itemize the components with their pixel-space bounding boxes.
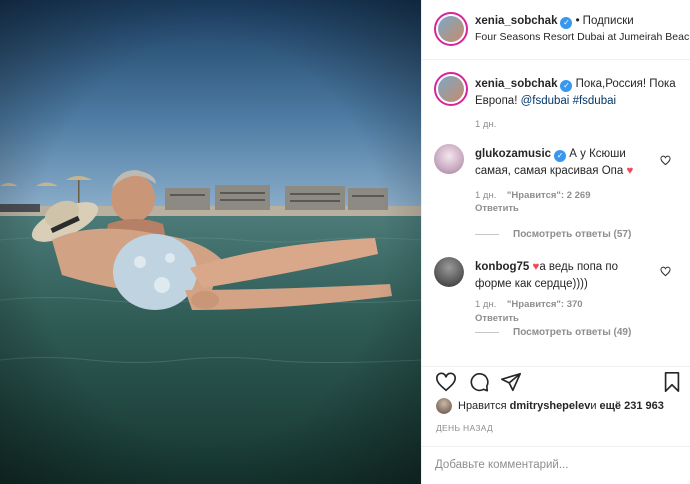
comment-meta: 1 дн. "Нравится": 2 269: [475, 190, 591, 201]
author-avatar[interactable]: [434, 12, 468, 46]
caption-username[interactable]: xenia_sobchak: [475, 78, 557, 90]
comment-username[interactable]: glukozamusic: [475, 148, 551, 160]
divider-line: [475, 332, 499, 333]
comment-text: konbog75 ♥а ведь попа по форме как сердц…: [475, 259, 655, 293]
likes-count[interactable]: ещё 231 963: [600, 400, 664, 412]
comment-likes[interactable]: "Нравится": 370: [507, 299, 583, 310]
view-replies-button[interactable]: Посмотреть ответы (57): [475, 229, 631, 240]
post-photo[interactable]: [0, 0, 421, 484]
add-comment-placeholder: Добавьте комментарий...: [435, 459, 569, 471]
mention-link[interactable]: @fsdubai: [521, 95, 570, 107]
comment-item: glukozamusic ✓ А у Ксюши самая, самая кра…: [422, 140, 690, 255]
caption-time: 1 дн.: [475, 119, 497, 130]
action-bar: [422, 366, 690, 396]
view-replies-label: Посмотреть ответы (57): [513, 229, 632, 240]
separator-dot: •: [575, 13, 580, 27]
post-date[interactable]: ДЕНЬ НАЗАД: [436, 423, 493, 433]
share-icon[interactable]: [500, 371, 522, 393]
view-replies-label: Посмотреть ответы (49): [513, 327, 632, 338]
comment-meta: 1 дн. "Нравится": 370: [475, 299, 583, 310]
heart-emoji: ♥: [626, 165, 634, 177]
post-header: xenia_sobchak ✓ • Подписки Four Seasons Res…: [422, 0, 690, 60]
comment-item: konbog75 ♥а ведь попа по форме как сердц…: [422, 255, 690, 355]
comment-text: glukozamusic ✓ А у Ксюши самая, самая кра…: [475, 146, 655, 180]
likes-and: и: [590, 400, 597, 412]
comment-likes[interactable]: "Нравится": 2 269: [507, 190, 591, 201]
reply-button[interactable]: Ответить: [475, 203, 519, 214]
caption-text: xenia_sobchak ✓ Пока,Россия! Пока Европа!…: [475, 76, 680, 110]
comment-avatar[interactable]: [434, 144, 464, 174]
hashtag-link[interactable]: #fsdubai: [573, 95, 616, 107]
location-link[interactable]: Four Seasons Resort Dubai at Jumeirah Be…: [475, 31, 690, 43]
like-comment-icon[interactable]: [660, 155, 671, 166]
like-comment-icon[interactable]: [660, 266, 671, 277]
heart-icon[interactable]: [435, 371, 457, 393]
comment-avatar[interactable]: [434, 257, 464, 287]
liker-avatar[interactable]: [436, 398, 452, 414]
likes-prefix: Нравится: [458, 400, 507, 412]
bookmark-icon[interactable]: [661, 371, 683, 393]
comment-time: 1 дн.: [475, 299, 497, 310]
comment-icon[interactable]: [468, 371, 490, 393]
verified-icon: ✓: [560, 80, 573, 92]
following-button[interactable]: Подписки: [583, 15, 634, 27]
photo-image: [0, 0, 421, 484]
reply-button[interactable]: Ответить: [475, 313, 519, 324]
caption-avatar[interactable]: [434, 72, 468, 106]
post-sidebar: xenia_sobchak ✓ • Подписки Four Seasons Res…: [421, 0, 690, 484]
likes-summary: Нравится dmitryshepelev и ещё 231 963: [436, 398, 664, 414]
verified-icon: ✓: [554, 150, 567, 162]
comment-time: 1 дн.: [475, 190, 497, 201]
author-username[interactable]: xenia_sobchak: [475, 15, 557, 27]
comment-username[interactable]: konbog75: [475, 261, 529, 273]
divider-line: [475, 234, 499, 235]
liker-username[interactable]: dmitryshepelev: [510, 400, 591, 412]
view-replies-button[interactable]: Посмотреть ответы (49): [475, 327, 631, 338]
verified-icon: ✓: [560, 17, 573, 29]
add-comment-field[interactable]: Добавьте комментарий...: [422, 446, 690, 484]
